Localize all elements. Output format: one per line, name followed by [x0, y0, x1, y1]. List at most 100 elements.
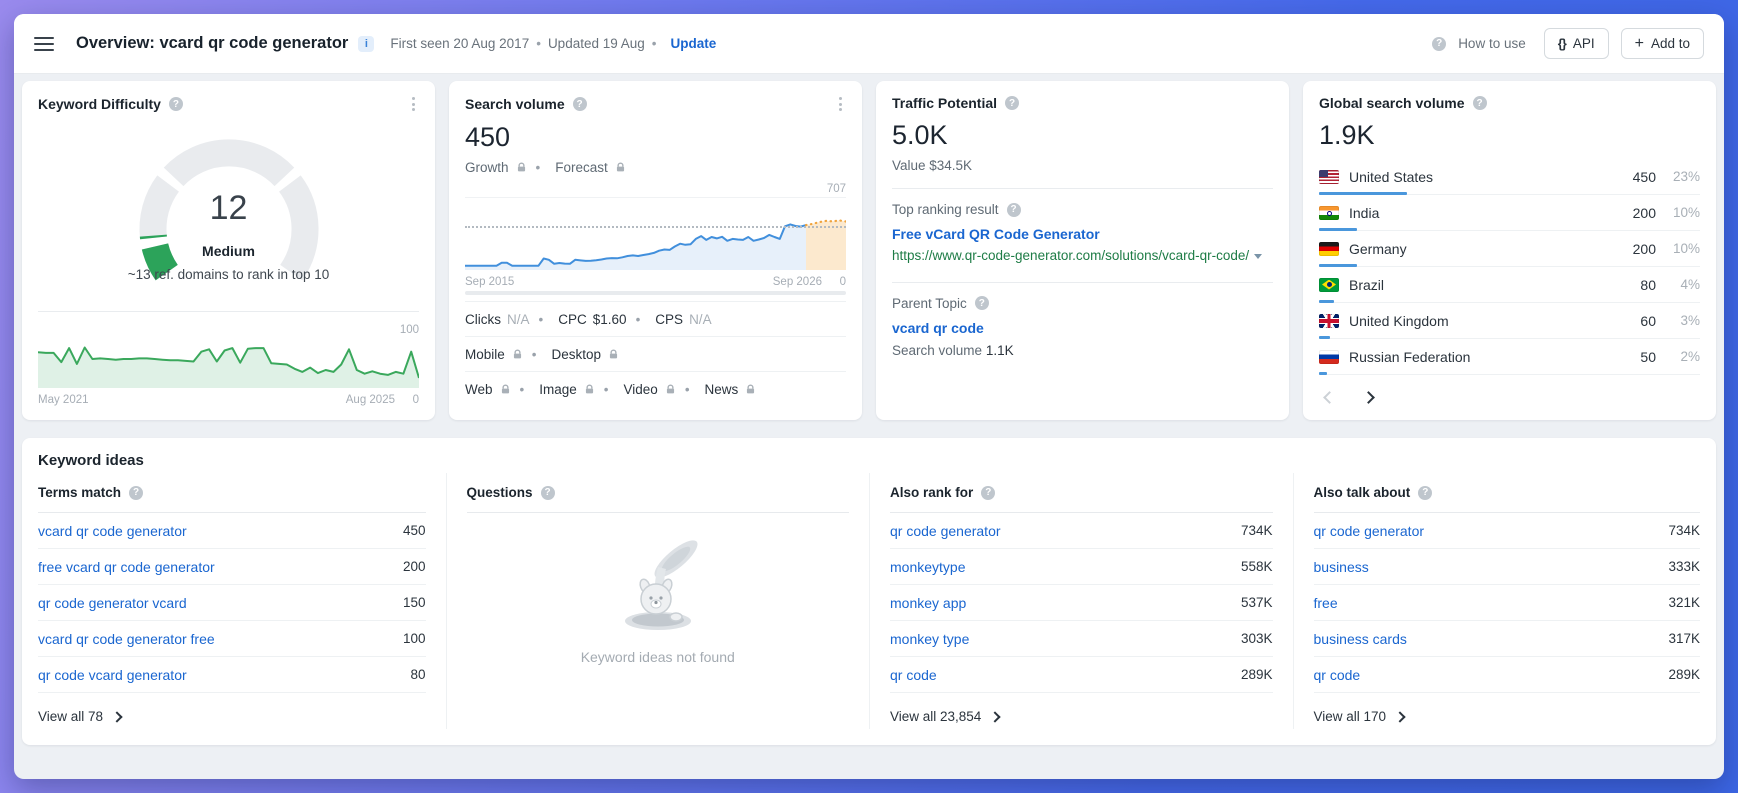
keyword-link[interactable]: monkeytype	[890, 559, 965, 575]
country-name: India	[1349, 205, 1379, 221]
metric-item: CPC$1.60	[530, 312, 627, 327]
keyword-link[interactable]: vcard qr code generator	[38, 523, 187, 539]
country-percent: 10%	[1664, 205, 1700, 220]
page-title: Overview: vcard qr code generator	[76, 34, 348, 53]
help-icon[interactable]	[573, 97, 587, 111]
metric-item[interactable]: Video	[595, 382, 676, 397]
help-icon[interactable]	[129, 486, 143, 500]
search-volume-metrics: ClicksN/ACPC$1.60CPSN/AMobileDesktopWebI…	[465, 301, 846, 406]
country-row[interactable]: United Kingdom603%	[1319, 303, 1700, 339]
view-all-label: View all 78	[38, 709, 103, 724]
gb-flag-icon	[1319, 314, 1339, 328]
keyword-link[interactable]: qr code	[890, 667, 937, 683]
caret-down-icon[interactable]	[1254, 254, 1262, 259]
view-all-link[interactable]: View all 78	[38, 709, 426, 724]
kebab-menu-icon[interactable]	[408, 95, 419, 113]
top-result-link[interactable]: Free vCard QR Code Generator	[892, 226, 1273, 242]
country-percent: 23%	[1664, 169, 1700, 184]
view-all-link[interactable]: View all 23,854	[890, 709, 1273, 724]
keyword-volume: 734K	[1241, 523, 1273, 538]
country-pagination	[1319, 389, 1700, 407]
chevron-right-icon	[1394, 711, 1405, 722]
x-axis-start: May 2021	[38, 394, 89, 406]
country-name: Russian Federation	[1349, 349, 1470, 365]
lock-icon	[516, 162, 527, 173]
next-page-icon[interactable]	[1364, 389, 1373, 407]
chart-range-brush[interactable]	[465, 291, 846, 295]
top-result-url[interactable]: https://www.qr-code-generator.com/soluti…	[892, 246, 1273, 267]
help-icon[interactable]	[1007, 203, 1021, 217]
country-row[interactable]: United States45023%	[1319, 159, 1700, 195]
keyword-link[interactable]: monkey type	[890, 631, 969, 647]
keyword-link[interactable]: free vcard qr code generator	[38, 559, 215, 575]
help-icon[interactable]	[1473, 96, 1487, 110]
metric-value: N/A	[689, 312, 712, 327]
info-badge[interactable]: i	[358, 36, 374, 52]
keyword-link[interactable]: vcard qr code generator free	[38, 631, 215, 647]
lock-icon	[665, 384, 676, 395]
de-flag-icon	[1319, 242, 1339, 256]
help-icon[interactable]	[1418, 486, 1432, 500]
api-button[interactable]: {} API	[1544, 28, 1609, 59]
view-all-link[interactable]: View all 170	[1314, 709, 1701, 724]
also-rank-for-column: Also rank for qr code generator734Kmonke…	[869, 473, 1293, 729]
country-row[interactable]: Brazil804%	[1319, 267, 1700, 303]
prev-page-icon[interactable]	[1325, 389, 1334, 407]
keyword-row: business333K	[1314, 549, 1701, 585]
keyword-link[interactable]: monkey app	[890, 595, 966, 611]
keyword-link[interactable]: business cards	[1314, 631, 1407, 647]
help-icon[interactable]	[1005, 96, 1019, 110]
metric-value: N/A	[507, 312, 530, 327]
keyword-volume: 734K	[1668, 523, 1700, 538]
global-volume-value: 1.9K	[1319, 120, 1700, 151]
search-volume-value: 450	[465, 122, 846, 153]
y-axis-max: 707	[827, 183, 846, 195]
keyword-link[interactable]: qr code	[1314, 667, 1361, 683]
how-to-use-link[interactable]: How to use	[1458, 36, 1526, 51]
metric-item[interactable]: Desktop	[523, 347, 619, 362]
metric-item[interactable]: Image	[511, 382, 595, 397]
metrics-row: WebImageVideoNews	[465, 371, 846, 406]
add-to-button[interactable]: + Add to	[1621, 28, 1704, 59]
keyword-link[interactable]: qr code vcard generator	[38, 667, 187, 683]
keyword-link[interactable]: qr code generator	[890, 523, 1001, 539]
help-icon[interactable]	[541, 486, 555, 500]
keyword-row: qr code generator 734K	[1314, 513, 1701, 549]
kebab-menu-icon[interactable]	[835, 95, 846, 113]
terms-match-column: Terms match vcard qr code generator450fr…	[22, 473, 446, 729]
parent-topic-link[interactable]: vcard qr code	[892, 320, 1273, 336]
metric-item[interactable]: Mobile	[465, 347, 523, 362]
metric-item[interactable]: Forecast	[527, 160, 626, 175]
lock-icon	[500, 384, 511, 395]
country-row[interactable]: India20010%	[1319, 195, 1700, 231]
menu-icon[interactable]	[34, 37, 54, 51]
keyword-link[interactable]: qr code generator	[1314, 523, 1425, 539]
top-result-url-text: https://www.qr-code-generator.com/soluti…	[892, 248, 1249, 263]
kd-gauge[interactable]: 12 Medium ~13 ref. domains to rank in to…	[38, 115, 419, 293]
help-icon[interactable]	[975, 296, 989, 310]
view-all-label: View all 23,854	[890, 709, 981, 724]
metric-item[interactable]: Web	[465, 382, 511, 397]
kd-history-chart[interactable]: 100 May 2021 Aug 2025 0	[38, 322, 419, 406]
country-row[interactable]: Russian Federation502%	[1319, 339, 1700, 375]
search-volume-chart[interactable]: 707 Sep 2015 Sep 2026 0	[465, 197, 846, 288]
help-icon[interactable]	[169, 97, 183, 111]
traffic-value-line: Value $34.5K	[892, 158, 1273, 173]
country-volume: 450	[1633, 169, 1656, 185]
metric-item[interactable]: Growth	[465, 160, 527, 175]
chevron-right-icon	[111, 711, 122, 722]
help-icon[interactable]	[981, 486, 995, 500]
metric-label: Clicks	[465, 312, 501, 327]
empty-state-text: Keyword ideas not found	[581, 649, 735, 665]
keyword-link[interactable]: business	[1314, 559, 1369, 575]
keyword-row: vcard qr code generator450	[38, 513, 426, 549]
keyword-volume: 558K	[1241, 559, 1273, 574]
update-link[interactable]: Update	[671, 36, 717, 51]
keyword-link[interactable]: qr code generator vcard	[38, 595, 187, 611]
br-flag-icon	[1319, 278, 1339, 292]
card-title: Keyword Difficulty	[38, 96, 161, 112]
chevron-right-icon	[990, 711, 1001, 722]
metric-item[interactable]: News	[676, 382, 757, 397]
keyword-link[interactable]: free	[1314, 595, 1338, 611]
country-row[interactable]: Germany20010%	[1319, 231, 1700, 267]
